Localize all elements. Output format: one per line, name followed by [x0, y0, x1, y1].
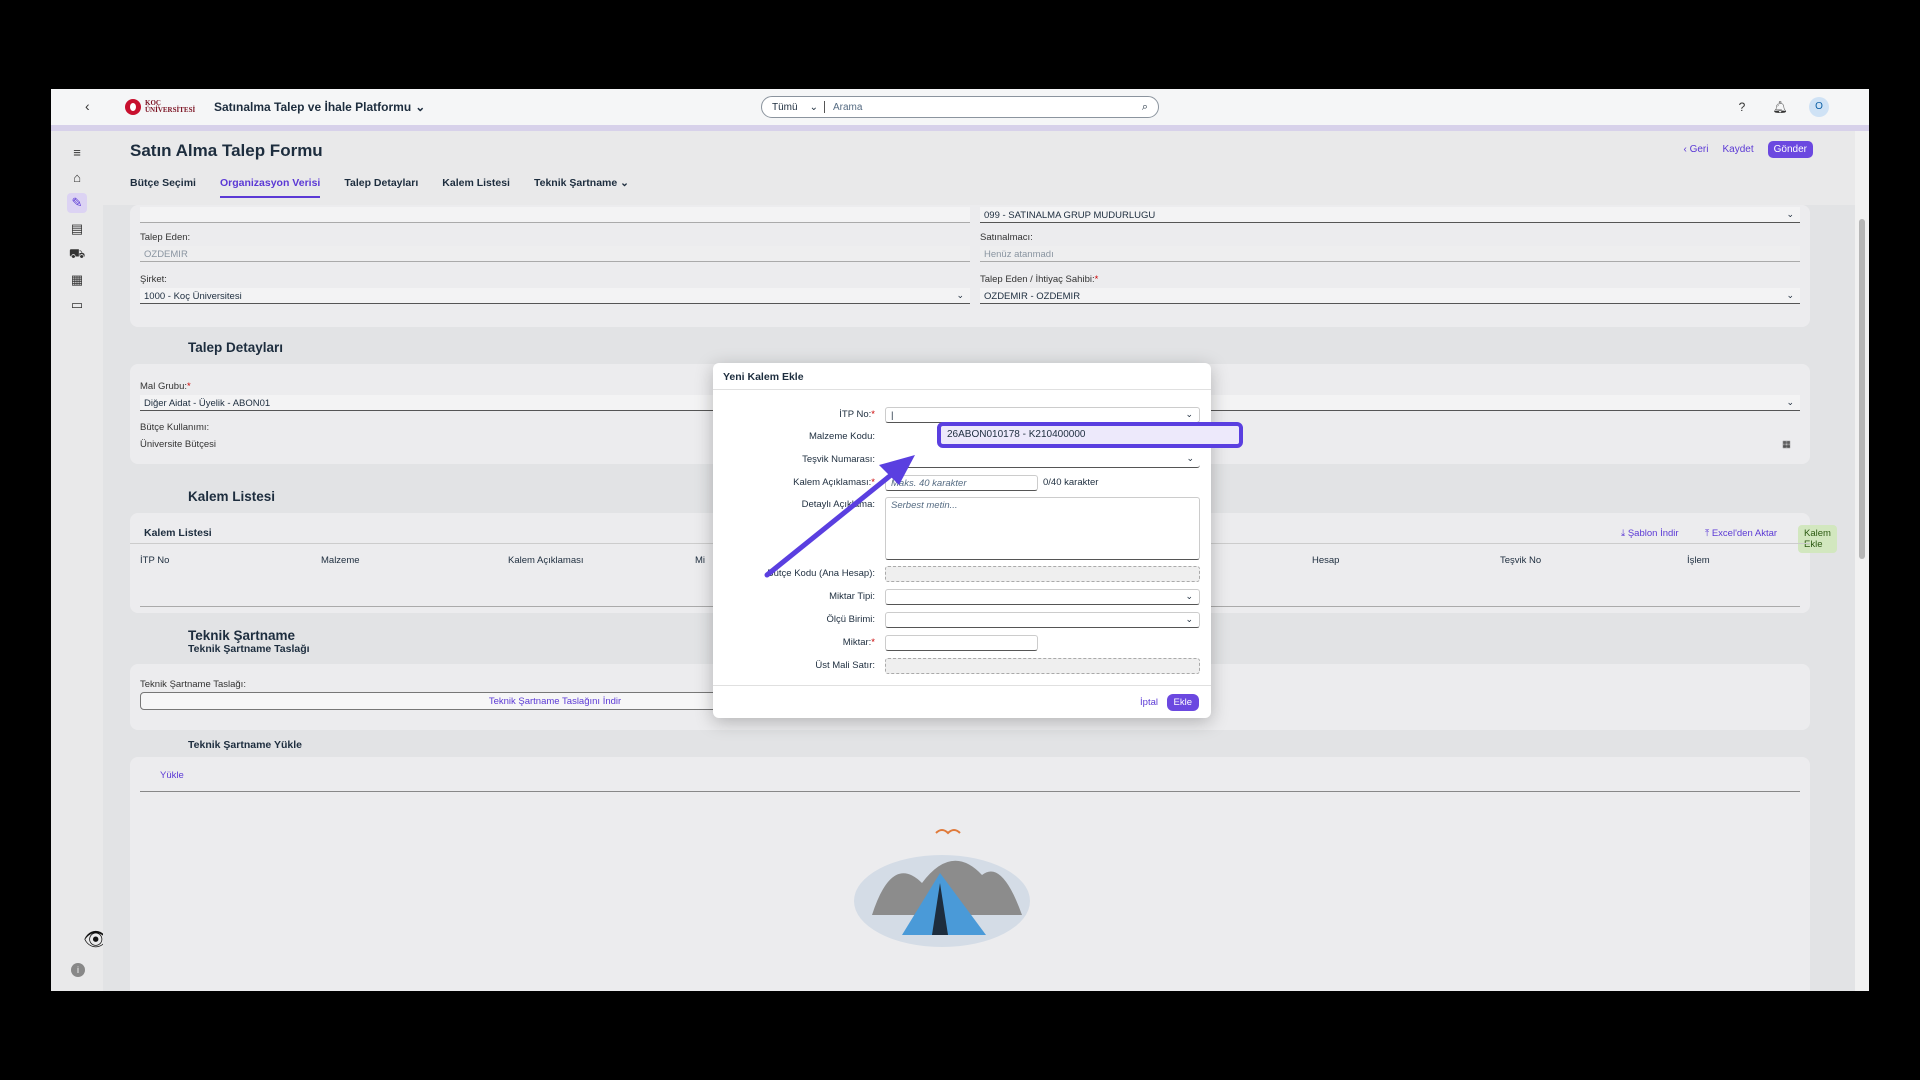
dialog-overlay: Yeni Kalem Ekle İTP No:* | ⌄ Malzeme Kodu… [51, 89, 1869, 991]
parent-row-label: Üst Mali Satır: [815, 660, 875, 671]
qty-label-text: Miktar: [842, 637, 872, 648]
budget-code-field [885, 566, 1200, 582]
dialog-footer-divider [713, 685, 1211, 686]
add-button[interactable]: Ekle [1166, 694, 1199, 711]
qty-type-label: Miktar Tipi: [829, 591, 875, 602]
dialog-header-divider [713, 389, 1211, 390]
chevron-down-icon: ⌄ [1185, 614, 1193, 624]
chevron-down-icon: ⌄ [1186, 453, 1194, 463]
itp-no-select[interactable]: | ⌄ [885, 407, 1200, 423]
dialog-title: Yeni Kalem Ekle [723, 371, 804, 383]
itp-no-label-text: İTP No: [839, 409, 872, 420]
cancel-button[interactable]: İptal [1140, 697, 1158, 708]
qty-label: Miktar:* [842, 637, 875, 648]
parent-row-field [885, 658, 1200, 674]
unit-label: Ölçü Birimi: [826, 614, 875, 625]
chevron-down-icon: ⌄ [1185, 409, 1193, 419]
item-desc-counter: 0/40 karakter [1043, 477, 1099, 488]
qty-input[interactable] [885, 635, 1038, 651]
detail-desc-textarea[interactable]: Serbest metin... [885, 497, 1200, 560]
material-code-field[interactable]: 26ABON010178 - K210400000 [937, 422, 1243, 448]
incentive-no-select[interactable]: ⌄ [885, 452, 1200, 468]
text-cursor: | [891, 410, 894, 421]
chevron-down-icon: ⌄ [1185, 591, 1193, 601]
unit-select[interactable]: ⌄ [885, 612, 1200, 628]
itp-no-label: İTP No:* [839, 409, 875, 420]
qty-type-select[interactable]: ⌄ [885, 589, 1200, 605]
app-window: ‹ KOÇ ÜNİVERSİTESİ Satınalma Talep ve İh… [51, 89, 1869, 991]
annotation-arrow [764, 455, 915, 578]
